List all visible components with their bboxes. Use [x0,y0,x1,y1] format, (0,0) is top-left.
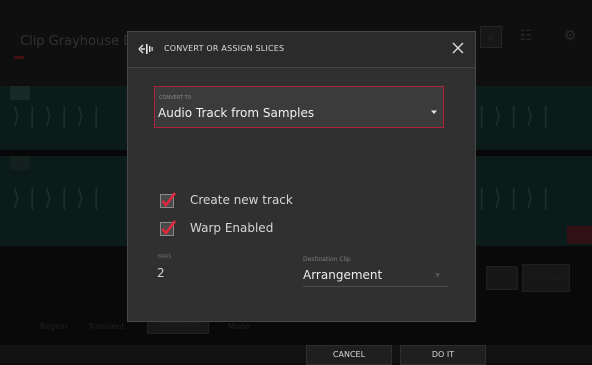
slice-wave-icon [138,44,153,54]
close-icon[interactable] [450,40,466,56]
do-it-button[interactable]: DO IT [400,345,486,365]
warp-enabled-label: Warp Enabled [190,221,274,235]
destination-clip-dropdown[interactable]: Destination Clip Arrangement ▼ [303,252,448,287]
convert-to-value: Audio Track from Samples [158,106,315,120]
dropdown-arrow-icon [431,110,437,114]
convert-to-label: CONVERT TO [159,95,192,101]
bars-value-field[interactable]: 2 [157,266,165,280]
create-new-track-label: Create new track [190,193,293,207]
dropdown-arrow-icon: ▼ [435,272,440,279]
checkbox-checked-icon [160,220,176,236]
cancel-button[interactable]: CANCEL [306,345,392,365]
convert-to-dropdown[interactable]: CONVERT TO Audio Track from Samples [154,86,444,128]
destination-clip-value: Arrangement [303,268,383,282]
dialog-title: CONVERT OR ASSIGN SLICES [164,44,285,53]
bars-label: BARS [158,254,172,260]
checkbox-checked-icon [160,192,176,208]
dialog-header: CONVERT OR ASSIGN SLICES [128,32,475,68]
convert-slices-dialog: CONVERT OR ASSIGN SLICES CONVERT TO Audi… [127,31,476,322]
destination-clip-label: Destination Clip [303,256,351,263]
